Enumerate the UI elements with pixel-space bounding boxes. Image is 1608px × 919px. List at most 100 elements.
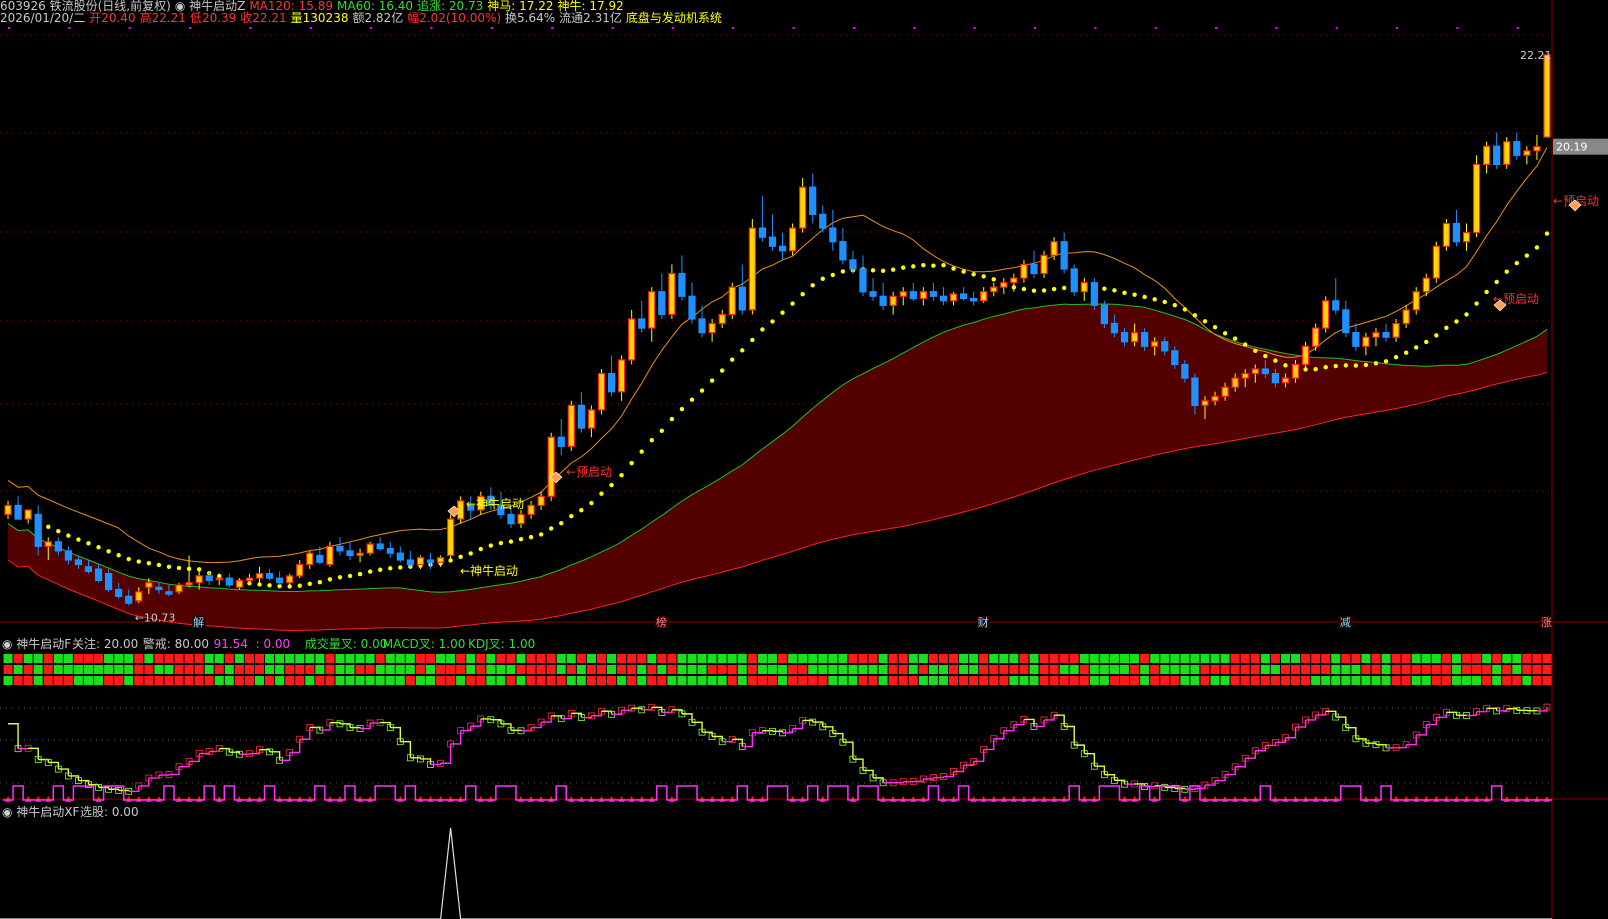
osc-step (842, 741, 854, 760)
candle (819, 205, 827, 233)
dot-marker (840, 269, 846, 274)
candle-body (1211, 395, 1219, 402)
status-cell (979, 654, 989, 663)
dot-marker (870, 268, 876, 273)
status-cell (767, 665, 777, 674)
status-cell (928, 654, 938, 663)
status-cell (888, 665, 898, 674)
candle (778, 232, 787, 260)
status-cell (767, 676, 777, 685)
status-cell (1250, 676, 1260, 685)
osc-step (1164, 786, 1176, 789)
status-cell (747, 654, 757, 663)
status-cell (516, 665, 526, 674)
candle-body (115, 588, 123, 597)
status-cell (1311, 665, 1321, 674)
status-cell (466, 654, 476, 663)
osc-step (1436, 712, 1448, 718)
status-cell (858, 665, 868, 674)
osc-step (923, 777, 935, 780)
status-cell (526, 654, 536, 663)
osc-step (591, 711, 603, 717)
status-cell (43, 665, 53, 674)
dot-marker (377, 567, 383, 572)
candle-body (44, 541, 52, 547)
dot-marker (599, 491, 604, 496)
candle-body (1281, 377, 1290, 384)
status-cell (1210, 654, 1220, 663)
status-cell (1401, 676, 1411, 685)
status-cell (305, 654, 315, 663)
status-cell (818, 676, 828, 685)
status-cell (717, 676, 727, 685)
status-cell (83, 676, 94, 685)
status-cell (1512, 676, 1522, 685)
candle (1452, 209, 1461, 247)
indicator1-label: ◉ 神牛启动F (2, 636, 71, 651)
status-cell (134, 665, 144, 674)
dot-marker (1061, 285, 1067, 291)
status-cell (476, 676, 486, 685)
candle (1523, 146, 1531, 165)
status-cell (405, 665, 415, 674)
status-cell (254, 665, 265, 674)
status-cell (989, 665, 999, 674)
status-cell (33, 654, 43, 663)
candle (758, 196, 767, 242)
dot-marker (478, 546, 483, 552)
candle (4, 500, 12, 520)
top-dot (128, 27, 131, 29)
candle (376, 537, 384, 551)
candle (587, 405, 596, 438)
candle (648, 287, 656, 342)
dot-marker (1051, 286, 1057, 292)
status-cell (918, 654, 928, 663)
candle (1372, 328, 1380, 347)
status-cell (898, 665, 908, 674)
candle (1312, 323, 1320, 351)
status-cell (325, 665, 335, 674)
status-cell (858, 676, 868, 685)
status-cell (1341, 654, 1351, 663)
osc-step (1295, 719, 1307, 728)
status-cell (285, 665, 295, 674)
stock-chart[interactable]: 22.2120.19←10.73←神牛启动←预启动←预启动←预启动←神牛启动解榜… (0, 0, 1608, 919)
candle (557, 419, 565, 456)
status-cell (727, 665, 737, 674)
status-cell (848, 665, 858, 674)
status-cell (566, 676, 576, 685)
status-cell (114, 676, 124, 685)
status-cell (596, 676, 607, 685)
status-cell (1140, 665, 1150, 674)
indicator2-label: ◉ 神牛启动XF (2, 804, 80, 819)
candle-body (1141, 332, 1149, 347)
candle (859, 255, 867, 297)
status-cell (516, 654, 526, 663)
status-cell (365, 665, 375, 674)
status-cell (617, 676, 627, 685)
status-cell (1502, 654, 1512, 663)
osc-step (309, 726, 321, 731)
dot-marker (649, 437, 654, 443)
candle-body (1110, 322, 1119, 334)
dot-marker (609, 482, 614, 488)
status-cell (737, 665, 747, 674)
candle-body (778, 245, 787, 252)
candle-body (829, 227, 837, 243)
status-cell (838, 654, 848, 663)
candle (869, 278, 877, 301)
osc-step (611, 710, 623, 716)
osc-step (661, 709, 673, 714)
candle-body (668, 272, 676, 316)
candle-body (225, 577, 233, 586)
osc-step (1305, 714, 1317, 721)
candle (446, 514, 455, 560)
candle-body (688, 295, 696, 320)
candle (1100, 300, 1109, 329)
status-cell (1200, 665, 1210, 674)
dot-marker (709, 378, 715, 383)
status-cell (1461, 665, 1472, 674)
status-cell (576, 665, 586, 674)
osc-step (1245, 750, 1256, 759)
status-cell (94, 654, 104, 663)
